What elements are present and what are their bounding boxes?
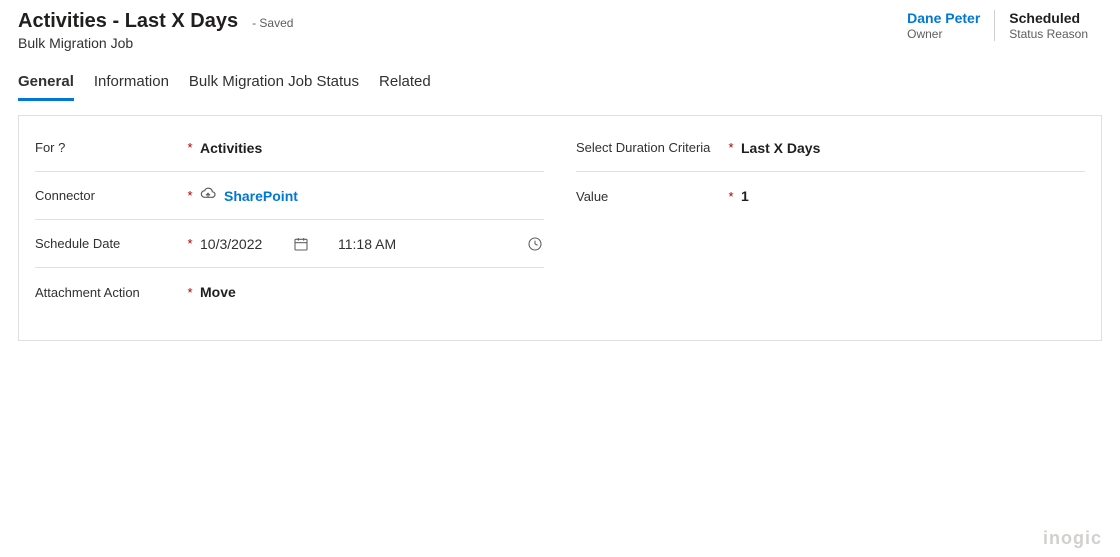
required-mark: * <box>180 188 200 203</box>
required-mark: * <box>180 285 200 300</box>
field-for[interactable]: For ? * Activities <box>35 124 544 172</box>
field-value-row[interactable]: Value * 1 <box>576 172 1085 220</box>
field-label-value: Value <box>576 189 721 204</box>
tab-general[interactable]: General <box>18 73 74 101</box>
field-value-attachment-action: Move <box>200 284 544 300</box>
calendar-icon[interactable] <box>292 235 310 253</box>
required-mark: * <box>180 236 200 251</box>
schedule-date-value[interactable]: 10/3/2022 <box>200 236 292 252</box>
field-attachment-action[interactable]: Attachment Action * Move <box>35 268 544 316</box>
entity-subtitle: Bulk Migration Job <box>18 35 293 51</box>
field-value-for: Activities <box>200 140 544 156</box>
page-title: Activities - Last X Days <box>18 10 238 33</box>
owner-name: Dane Peter <box>907 10 980 26</box>
field-connector[interactable]: Connector * SharePoint <box>35 172 544 220</box>
owner-label: Owner <box>907 27 980 41</box>
field-label-connector: Connector <box>35 188 180 203</box>
tab-related[interactable]: Related <box>379 73 431 101</box>
status-value: Scheduled <box>1009 10 1088 26</box>
required-mark: * <box>180 140 200 155</box>
field-label-duration-criteria: Select Duration Criteria <box>576 140 721 155</box>
field-value-connector: SharePoint <box>200 186 544 205</box>
schedule-time-value[interactable]: 11:18 AM <box>338 236 428 252</box>
field-label-schedule-date: Schedule Date <box>35 236 180 251</box>
field-value-duration-criteria: Last X Days <box>741 140 1085 156</box>
tab-bar: General Information Bulk Migration Job S… <box>0 55 1120 101</box>
field-schedule-date[interactable]: Schedule Date * 10/3/2022 11:18 AM <box>35 220 544 268</box>
owner-block[interactable]: Dane Peter Owner <box>893 10 994 41</box>
status-block[interactable]: Scheduled Status Reason <box>994 10 1102 41</box>
field-label-for: For ? <box>35 140 180 155</box>
watermark: inogic <box>1043 528 1102 549</box>
status-label: Status Reason <box>1009 27 1088 41</box>
required-mark: * <box>721 140 741 155</box>
required-mark: * <box>721 189 741 204</box>
sharepoint-icon <box>200 186 216 205</box>
form-panel: For ? * Activities Connector * SharePoin… <box>18 115 1102 341</box>
field-value-value: 1 <box>741 188 1085 204</box>
tab-information[interactable]: Information <box>94 73 169 101</box>
clock-icon[interactable] <box>526 235 544 253</box>
field-label-attachment-action: Attachment Action <box>35 285 180 300</box>
field-duration-criteria[interactable]: Select Duration Criteria * Last X Days <box>576 124 1085 172</box>
tab-job-status[interactable]: Bulk Migration Job Status <box>189 73 359 101</box>
saved-status: - Saved <box>252 16 293 30</box>
